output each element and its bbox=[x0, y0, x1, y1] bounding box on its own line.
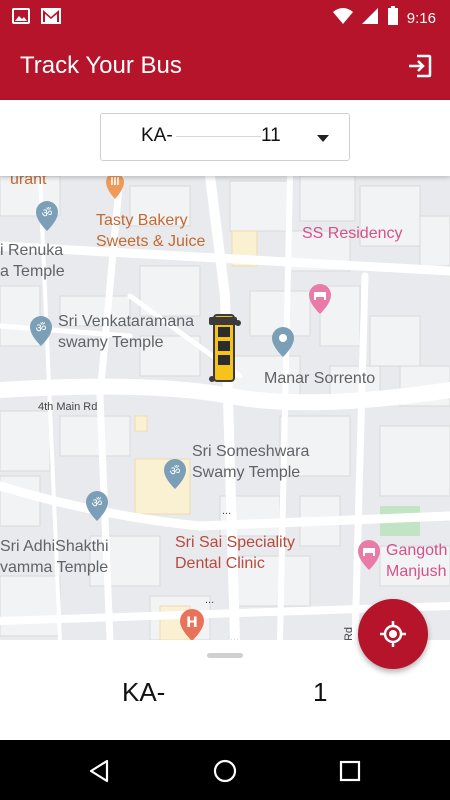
map-label-cut: urant bbox=[10, 176, 47, 188]
my-location-button[interactable] bbox=[358, 599, 428, 669]
redacted-segment bbox=[176, 136, 261, 137]
map-view[interactable]: urant Tasty Bakery Sweets & Juice SS Res… bbox=[0, 176, 450, 640]
cell-signal-icon bbox=[361, 7, 379, 29]
exit-icon bbox=[409, 54, 432, 78]
crosshair-icon bbox=[380, 621, 406, 647]
nav-recents-button[interactable] bbox=[337, 758, 363, 784]
svg-text:H: H bbox=[186, 615, 198, 631]
chevron-down-icon bbox=[317, 135, 329, 142]
gmail-icon bbox=[40, 7, 62, 30]
map-label-someshwara-temple-2[interactable]: Swamy Temple bbox=[192, 463, 300, 483]
map-label-adhishakthi-temple-2[interactable]: vamma Temple bbox=[0, 558, 108, 578]
battery-icon bbox=[387, 6, 399, 30]
map-label-venkataramana-temple[interactable]: Sri Venkataramana bbox=[58, 312, 194, 332]
wifi-icon bbox=[332, 7, 353, 29]
back-triangle-icon bbox=[89, 759, 109, 783]
bus-select-dropdown[interactable]: KA- 11 bbox=[100, 113, 350, 161]
sheet-bus-suffix: 1 bbox=[313, 677, 328, 707]
map-label-renuka-temple-2[interactable]: a Temple bbox=[0, 262, 65, 282]
map-label-gangoth-manjush[interactable]: Gangoth bbox=[386, 541, 447, 561]
sheet-bus-prefix: KA- bbox=[122, 677, 166, 707]
map-dots-1: ... bbox=[222, 505, 232, 517]
map-label-tasty-bakery-2[interactable]: Sweets & Juice bbox=[96, 232, 205, 252]
app-bar: Track Your Bus bbox=[0, 32, 450, 100]
app-title: Track Your Bus bbox=[20, 52, 182, 79]
exit-button[interactable] bbox=[406, 52, 434, 80]
recents-square-icon bbox=[339, 760, 361, 782]
map-label-sai-dental-clinic[interactable]: Sri Sai Speciality bbox=[175, 533, 295, 553]
map-label-tasty-bakery[interactable]: Tasty Bakery bbox=[96, 211, 188, 231]
image-icon bbox=[12, 7, 30, 30]
selector-strip: KA- 11 bbox=[0, 100, 450, 176]
map-label-adhishakthi-temple[interactable]: Sri AdhiShakthi bbox=[0, 537, 109, 557]
nav-back-button[interactable] bbox=[87, 758, 113, 784]
bus-select-prefix: KA- bbox=[141, 125, 173, 146]
map-label-gangoth-manjush-2[interactable]: Manjush bbox=[386, 562, 446, 582]
status-time: 9:16 bbox=[406, 9, 436, 27]
map-label-rd: Rd bbox=[343, 626, 356, 640]
map-label-manar-sorrento[interactable]: Manar Sorrento bbox=[264, 369, 375, 389]
map-dots-3: ... bbox=[230, 632, 240, 640]
map-dots-2: ... bbox=[205, 594, 215, 606]
map-label-renuka-temple[interactable]: i Renuka bbox=[0, 241, 63, 261]
svg-text:ॐ: ॐ bbox=[42, 206, 53, 220]
svg-text:ॐ: ॐ bbox=[36, 321, 47, 335]
map-label-4th-main-rd: 4th Main Rd bbox=[38, 401, 98, 413]
nav-home-button[interactable] bbox=[212, 758, 238, 784]
map-label-venkataramana-temple-2[interactable]: swamy Temple bbox=[58, 333, 164, 353]
bus-select-suffix: 11 bbox=[261, 125, 281, 146]
map-label-someshwara-temple[interactable]: Sri Someshwara bbox=[192, 442, 309, 462]
system-nav-bar bbox=[0, 740, 450, 800]
svg-text:ॐ: ॐ bbox=[170, 464, 181, 478]
map-label-sai-dental-clinic-2[interactable]: Dental Clinic bbox=[175, 554, 265, 574]
status-bar: 9:16 bbox=[0, 0, 450, 32]
svg-text:ॐ: ॐ bbox=[92, 496, 103, 510]
drag-handle[interactable] bbox=[207, 653, 243, 658]
map-label-ss-residency[interactable]: SS Residency bbox=[302, 224, 403, 244]
home-circle-icon bbox=[213, 759, 237, 783]
